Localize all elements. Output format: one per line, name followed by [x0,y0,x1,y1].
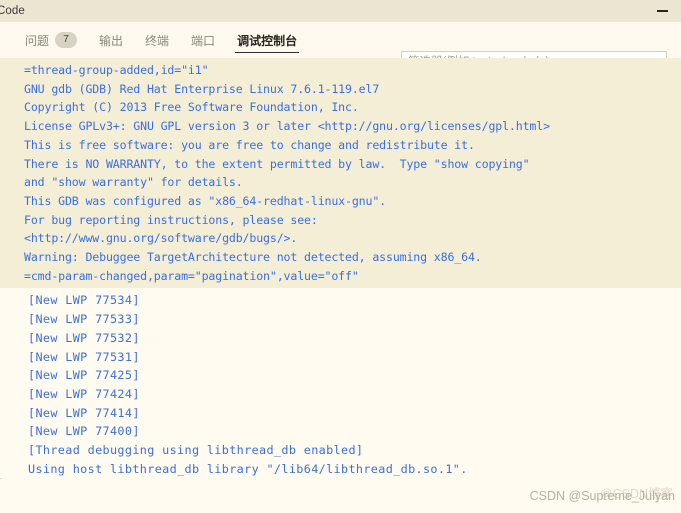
panel-header: 问题 7 输出 终端 端口 调试控制台 [0,22,681,73]
console-line: [New LWP 77400] [28,424,140,439]
console-line: [New LWP 77414] [28,405,140,420]
tab-terminal[interactable]: 终端 [134,22,180,58]
console-line: This GDB was configured as "x86_64-redha… [24,193,386,208]
console-line: [New LWP 77534] [28,293,140,308]
debug-console-window: Code 问题 7 输出 终端 端口 调试控制台 筛选器(例如 text、!ex… [0,0,681,513]
console-line: =cmd-param-changed,param="pagination",va… [24,268,359,283]
tab-debug-console[interactable]: 调试控制台 [226,22,308,58]
gdb-startup-block: =thread-group-added,id="i1" GNU gdb (GDB… [0,58,681,289]
console-line: =thread-group-added,id="i1" [24,63,209,77]
tab-terminal-label: 终端 [145,33,170,48]
console-line: [New LWP 77531] [28,349,140,364]
console-line: [New LWP 77532] [28,330,140,345]
panel-tabs: 问题 7 输出 终端 端口 调试控制台 [0,22,308,58]
thread-events-block: [New LWP 77534] [New LWP 77533] [New LWP… [0,288,681,479]
console-line: Warning: Debuggee TargetArchitecture not… [24,250,482,265]
tab-ports-label: 端口 [191,33,216,48]
tab-problems-label: 问题 [25,33,50,48]
tab-problems[interactable]: 问题 7 [14,22,88,58]
window-titlebar: Code [0,0,681,22]
minimize-icon [656,10,668,12]
console-line: [New LWP 77425] [28,368,140,383]
console-line: License GPLv3+: GNU GPL version 3 or lat… [24,119,550,134]
console-line: For bug reporting instructions, please s… [24,212,318,227]
console-line: There is NO WARRANTY, to the extent perm… [24,156,530,171]
minimize-button[interactable] [649,0,675,22]
window-title: Code [0,5,25,17]
console-line: This is free software: you are free to c… [24,137,475,152]
tab-output-label: 输出 [99,33,124,48]
console-line: and "show warranty" for details. [24,175,243,190]
active-tab-indicator [235,51,300,53]
tab-debug-console-label: 调试控制台 [237,33,298,48]
console-line: Copyright (C) 2013 Free Software Foundat… [24,100,359,115]
tab-output[interactable]: 输出 [88,22,134,58]
tab-ports[interactable]: 端口 [180,22,226,58]
console-line: GNU gdb (GDB) Red Hat Enterprise Linux 7… [24,81,380,96]
console-line: [New LWP 77424] [28,386,140,401]
console-line: <http://www.gnu.org/software/gdb/bugs/>. [24,231,298,246]
console-line: Using host libthread_db library "/lib64/… [28,461,468,476]
debug-console-output[interactable]: =thread-group-added,id="i1" GNU gdb (GDB… [0,58,681,513]
tab-problems-badge: 7 [55,32,78,48]
console-line: [Thread debugging using libthread_db ena… [28,443,364,458]
console-line: [New LWP 77533] [28,312,140,327]
window-controls [649,0,681,22]
